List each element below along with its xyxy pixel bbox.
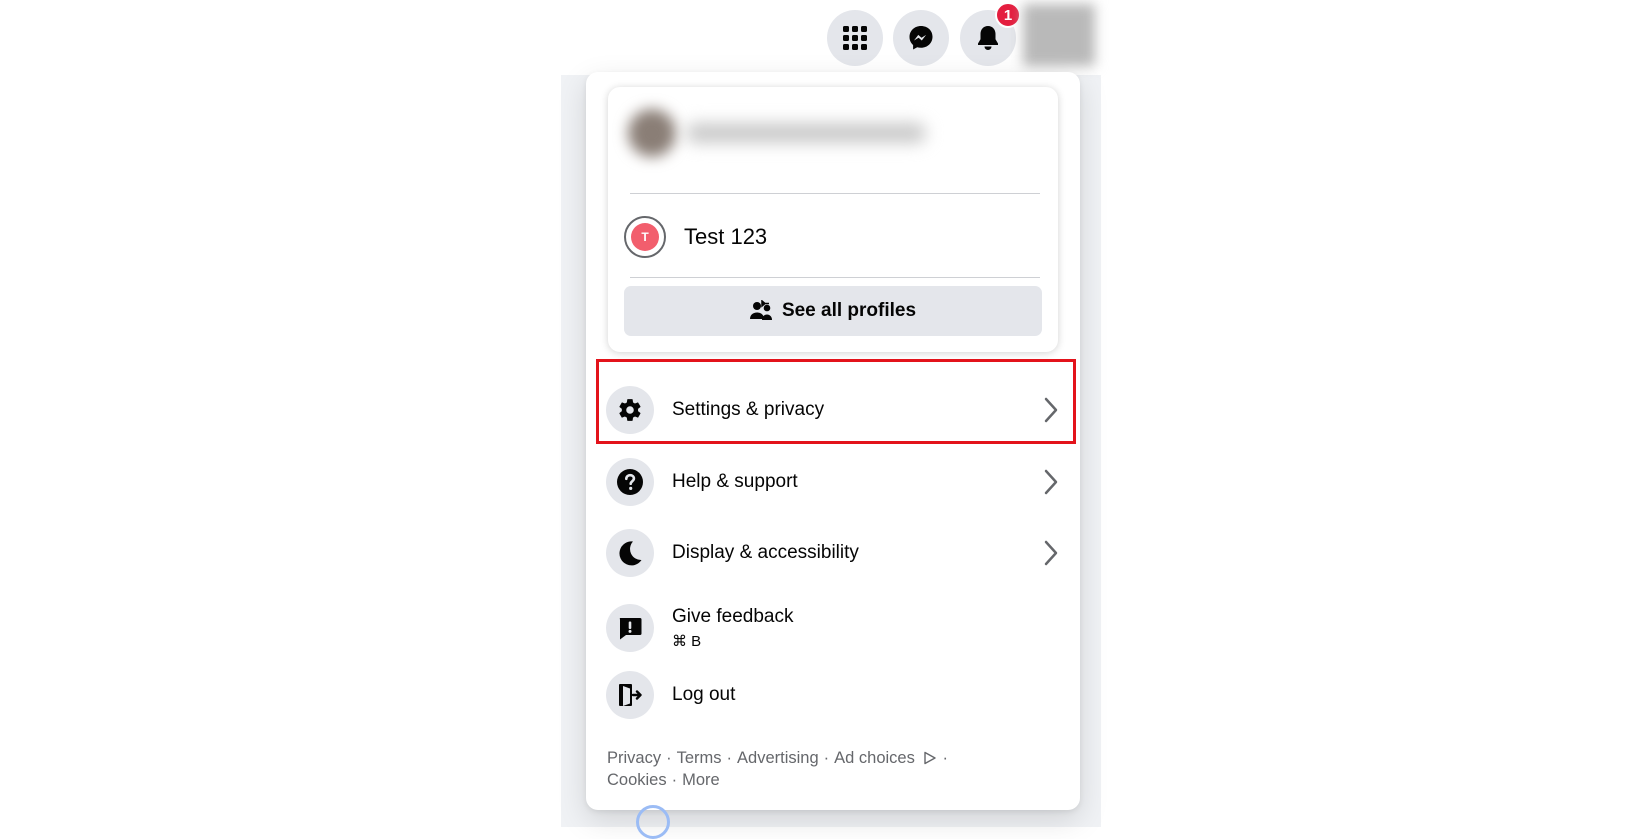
footer-link-terms[interactable]: Terms [677,749,722,767]
menu-item-log-out[interactable]: Log out [606,663,1060,727]
apps-grid-icon [843,26,867,50]
current-profile-name[interactable] [686,123,926,143]
gear-icon-circle [606,386,654,434]
account-avatar[interactable] [1023,4,1095,66]
profile-card: T Test 123 See all profiles [608,87,1058,352]
menu-item-label: Give feedback [672,606,794,627]
profiles-icon [749,300,772,320]
menu-item-help-support[interactable]: Help & support [606,450,1060,514]
footer-link-more[interactable]: More [682,771,720,789]
keyboard-shortcut: ⌘ B [672,633,702,650]
ad-choices-icon [924,751,937,765]
menu-item-label: Help & support [672,471,798,492]
current-profile-avatar[interactable] [628,109,676,157]
menu-item-label: Settings & privacy [672,399,825,420]
divider [630,193,1040,194]
feedback-text: Give feedback ⌘ B [654,606,793,650]
see-all-profiles-label: See all profiles [781,300,917,321]
logout-icon [619,684,642,706]
see-all-profiles-button[interactable]: See all profiles [624,286,1042,336]
profile-initial: T [631,223,659,251]
switch-profile-item[interactable]: T Test 123 [624,205,1044,269]
switch-profile-avatar: T [624,216,666,258]
menu-item-label: Log out [672,684,736,705]
menu-item-display-accessibility[interactable]: Display & accessibility [606,521,1060,585]
chevron-right-icon [1044,397,1058,423]
moon-icon [619,541,642,566]
gear-icon [619,399,641,421]
feedback-icon [619,618,642,640]
footer-link-privacy[interactable]: Privacy [607,749,661,767]
logout-icon-circle [606,671,654,719]
menu-item-give-feedback[interactable]: Give feedback ⌘ B [606,588,1060,668]
apps-menu-button[interactable] [827,10,883,66]
chevron-right-icon [1044,469,1058,495]
chevron-right-icon [1044,540,1058,566]
help-icon-circle [606,458,654,506]
switch-profile-name: Test 123 [684,224,768,249]
divider [630,277,1040,278]
menu-item-label: Display & accessibility [672,542,859,563]
help-icon [617,469,643,495]
messenger-button[interactable] [893,10,949,66]
footer-links: Privacy · Terms · Advertising · Ad choices · C… [607,749,948,789]
footer-link-advertising[interactable]: Advertising [737,749,819,767]
menu-item-settings-privacy[interactable]: Settings & privacy [606,378,1060,442]
footer-link-cookies[interactable]: Cookies [607,771,667,789]
footer-link-ad-choices[interactable]: Ad choices [834,749,915,767]
moon-icon-circle [606,529,654,577]
bell-icon [978,26,998,50]
loading-spinner [636,805,670,839]
notification-badge: 1 [995,2,1021,28]
account-menu: T Test 123 See all profiles Settings & p… [586,72,1080,810]
messenger-icon [909,26,933,50]
feedback-icon-circle [606,604,654,652]
